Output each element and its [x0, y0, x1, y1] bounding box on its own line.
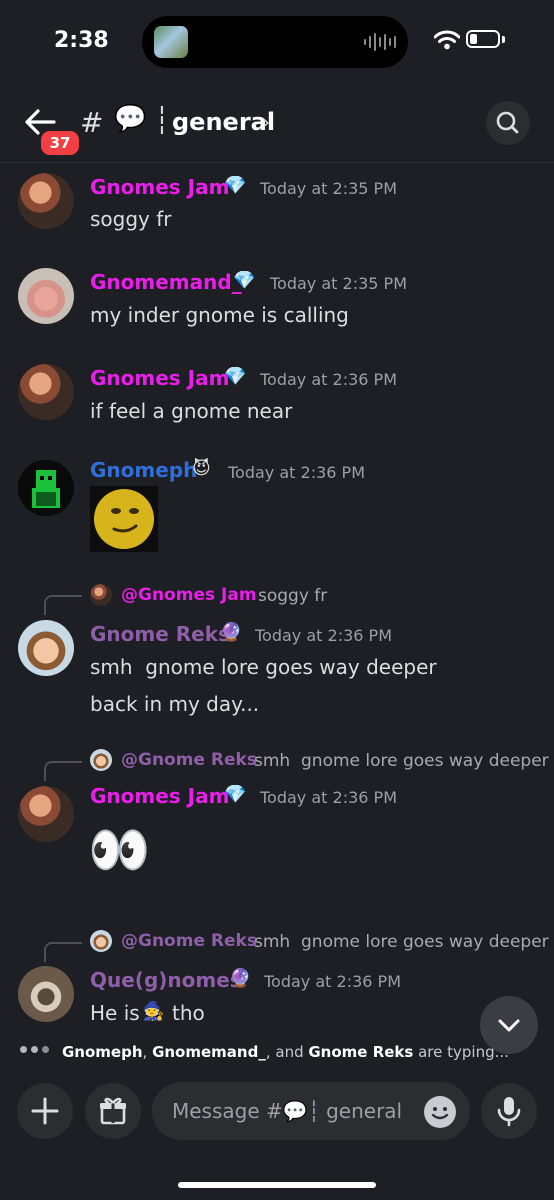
avatar[interactable] — [18, 620, 74, 676]
emoji-icon — [431, 1107, 449, 1120]
placeholder-emoji: 💬 — [282, 1099, 308, 1123]
typing-sep: , — [142, 1043, 153, 1061]
message-author[interactable]: Gnome Reks — [90, 622, 230, 646]
message-author[interactable]: Gnomes Jam — [90, 784, 229, 808]
message-text: if feel a gnome near — [90, 399, 293, 423]
message-emoji: 👀 — [88, 821, 151, 879]
gift-button[interactable] — [85, 1083, 141, 1139]
search-button[interactable] — [486, 101, 530, 145]
reply-text[interactable]: soggy fr — [258, 586, 327, 606]
audio-waveform-icon — [364, 32, 396, 52]
role-badge-icon: 🔮 — [220, 622, 243, 643]
microphone-icon — [497, 1097, 521, 1127]
message-author[interactable]: Gnomemand_ — [90, 270, 242, 294]
unread-badge: 37 — [38, 128, 82, 158]
message-author[interactable]: Que(g)nomes — [90, 968, 242, 992]
battery-icon — [466, 30, 500, 48]
avatar-pixel-art — [18, 460, 74, 516]
typing-user: Gnomeph — [62, 1043, 143, 1061]
message-text: He is — [90, 1001, 140, 1025]
message-timestamp: Today at 2:36 PM — [228, 463, 365, 482]
message-text: soggy fr — [90, 207, 172, 231]
avatar[interactable] — [18, 364, 74, 420]
home-indicator — [178, 1182, 376, 1188]
gnome-emoji: 🧙 — [142, 1001, 165, 1022]
typing-dots-icon — [20, 1046, 49, 1053]
typing-user: Gnomemand_ — [152, 1043, 266, 1061]
header-divider — [0, 162, 554, 163]
placeholder-sep: ┆ — [307, 1099, 320, 1123]
reply-connector — [44, 942, 82, 962]
role-badge-icon: 💎 — [224, 784, 247, 805]
emoji-image[interactable] — [90, 486, 158, 552]
role-badge-icon: 💎 — [233, 270, 256, 291]
message-timestamp: Today at 2:36 PM — [255, 626, 392, 645]
typing-indicator: Gnomeph, Gnomemand_, and Gnome Reks are … — [62, 1043, 509, 1061]
role-badge-icon: 💎 — [224, 175, 247, 196]
reply-author[interactable]: @Gnomes Jam — [121, 585, 257, 605]
placeholder-channel: general — [319, 1099, 403, 1123]
smirk-face-icon — [94, 489, 154, 549]
avatar[interactable] — [18, 786, 74, 842]
role-badge-icon: 💎 — [224, 366, 247, 387]
message-timestamp: Today at 2:36 PM — [264, 972, 401, 991]
channel-hash-icon: # — [80, 106, 104, 139]
reply-avatar — [90, 930, 112, 952]
add-attachment-button[interactable] — [17, 1083, 73, 1139]
message-timestamp: Today at 2:35 PM — [260, 179, 397, 198]
placeholder-prefix: Message # — [172, 1099, 283, 1123]
role-badge-icon: 🔮 — [229, 968, 252, 989]
search-icon — [496, 111, 519, 134]
message-timestamp: Today at 2:36 PM — [260, 788, 397, 807]
avatar[interactable] — [18, 460, 74, 516]
typing-sep: , and — [265, 1043, 309, 1061]
avatar[interactable] — [18, 268, 74, 324]
battery-nub — [502, 36, 505, 43]
avatar[interactable] — [18, 173, 74, 229]
plus-icon — [31, 1097, 59, 1125]
reply-text[interactable]: smh gnome lore goes way deeper — [254, 751, 549, 771]
channel-emoji: 💬 — [114, 104, 147, 134]
emoji-picker-button[interactable] — [424, 1096, 456, 1128]
typing-user: Gnome Reks — [308, 1043, 414, 1061]
message-author[interactable]: Gnomeph — [90, 458, 197, 482]
now-playing-artwork — [154, 26, 188, 58]
message-timestamp: Today at 2:35 PM — [270, 274, 407, 293]
reply-avatar — [90, 584, 112, 606]
message-author[interactable]: Gnomes Jam — [90, 366, 229, 390]
reply-connector — [44, 595, 82, 615]
message-input-placeholder: Message #💬┆ general — [172, 1099, 402, 1123]
status-time: 2:38 — [54, 28, 109, 53]
channel-separator: ┆ — [154, 106, 170, 136]
message-text: tho — [172, 1001, 205, 1025]
reply-author[interactable]: @Gnome Reks — [121, 931, 257, 951]
message-author[interactable]: Gnomes Jam — [90, 175, 229, 199]
channel-name[interactable]: general — [172, 108, 275, 136]
wifi-icon — [434, 30, 460, 50]
reply-avatar — [90, 749, 112, 771]
reply-author[interactable]: @Gnome Reks — [121, 750, 257, 770]
message-text: smh gnome lore goes way deeper — [90, 655, 437, 679]
role-badge-icon: 😈 — [192, 458, 211, 479]
chevron-right-icon[interactable]: › — [262, 110, 270, 134]
gift-icon — [100, 1097, 126, 1125]
message-text: my inder gnome is calling — [90, 303, 349, 327]
reply-text[interactable]: smh gnome lore goes way deeper — [254, 932, 549, 952]
typing-suffix: are typing... — [413, 1043, 509, 1061]
voice-message-button[interactable] — [481, 1083, 537, 1139]
message-text: back in my day... — [90, 692, 260, 716]
avatar[interactable] — [18, 966, 74, 1022]
message-timestamp: Today at 2:36 PM — [260, 370, 397, 389]
reply-connector — [44, 761, 82, 781]
